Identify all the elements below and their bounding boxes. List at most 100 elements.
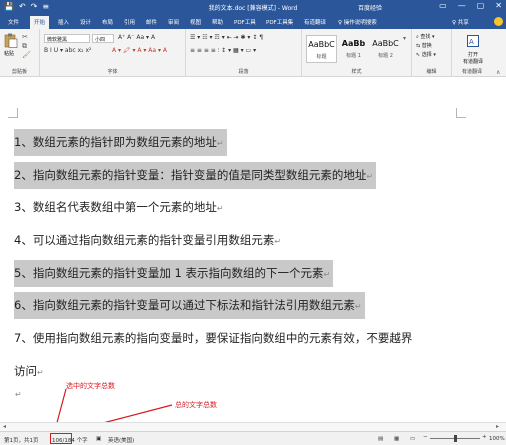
paragraph-text: 7、使用指向数组元素的指向变量时，要保证指向数组中的元素有效，不要越界 xyxy=(14,331,413,345)
zoom-out-icon[interactable]: − xyxy=(423,434,428,440)
user-name[interactable]: 百度经验 xyxy=(358,3,382,12)
empty-paragraph-mark: ↵ xyxy=(15,390,22,399)
scroll-right-icon[interactable]: ▸ xyxy=(496,423,499,430)
styles-group: AaBbC 标题 AaBb 标题 1 AaBbC 标题 2 ▾ 样式 xyxy=(302,29,412,77)
translate-icon: A xyxy=(467,35,479,47)
paragraph-mark: ↵ xyxy=(216,139,224,148)
annotation-total-count: 总的文字总数 xyxy=(175,401,217,409)
minimize-icon[interactable]: — xyxy=(458,1,466,10)
ribbon-tabs: 文件 开始 插入 设计 布局 引用 邮件 审阅 视图 帮助 PDF工具 PDF工… xyxy=(0,15,506,29)
ribbon: 粘贴 ✂ ⧉ 🖌 剪贴板 微软雅黑 小四 A⁺ A⁻ Aa ▾ A B I U … xyxy=(0,29,506,77)
font-label: 字体 xyxy=(107,69,118,75)
select-button[interactable]: ⇖ 选择 ▾ xyxy=(416,51,436,58)
style-sample-text: AaBbC xyxy=(308,40,335,49)
print-layout-icon[interactable]: ▦ xyxy=(394,436,399,442)
paragraph-7[interactable]: 7、使用指向数组元素的指向变量时，要保证指向数组中的元素有效，不要越界 xyxy=(14,325,415,352)
find-button[interactable]: ⌕ 查找 ▾ xyxy=(416,33,435,40)
font-color-tools[interactable]: A ▾ 🖍 ▾ A ▾ Aa ▾ A xyxy=(112,47,167,54)
copy-icon[interactable]: ⧉ xyxy=(22,42,27,51)
window-title: 我的文本.doc [兼容模式] - Word xyxy=(208,5,298,12)
paragraph-2[interactable]: 2、指向数组元素的指针变量：指针变量的值是同类型数组元素的地址↵ xyxy=(14,162,377,189)
margin-corner-mark xyxy=(456,108,466,118)
youdao-line2: 有道翻译 xyxy=(462,59,483,65)
paragraph-text: 访问 xyxy=(14,364,37,378)
scroll-left-icon[interactable]: ◂ xyxy=(3,423,6,430)
document-page[interactable]: 1、数组元素的指针即为数组元素的地址↵ 2、指向数组元素的指针变量：指针变量的值… xyxy=(0,78,506,430)
feedback-smiley-icon[interactable] xyxy=(494,17,503,26)
tab-design[interactable]: 设计 xyxy=(80,18,91,26)
ribbon-display-icon[interactable]: ▭ xyxy=(439,1,447,10)
search-icon: ⌕ xyxy=(416,34,419,40)
font-format-tools[interactable]: B I U ▾ abc x₂ x² xyxy=(44,47,91,54)
tab-file[interactable]: 文件 xyxy=(8,18,19,26)
format-painter-icon[interactable]: 🖌 xyxy=(22,51,31,59)
replace-label: 替换 xyxy=(421,43,432,49)
replace-button[interactable]: ⇆ 替换 xyxy=(416,42,432,49)
share-button[interactable]: ♀ 共享 xyxy=(452,18,469,26)
paragraph-row1-tools[interactable]: ☰ ▾ ☷ ▾ ☶ ▾ ⇤ ⇥ ✱ ▾ ↕ ¶ xyxy=(190,34,263,41)
close-icon[interactable]: ✕ xyxy=(495,1,502,10)
cut-icon[interactable]: ✂ xyxy=(22,33,28,41)
paste-icon xyxy=(4,33,18,48)
maximize-icon[interactable]: ▢ xyxy=(477,1,485,10)
paragraph-7-continued[interactable]: 访问↵ xyxy=(14,358,47,385)
paste-button[interactable]: 粘贴 xyxy=(4,33,18,57)
paragraph-3[interactable]: 3、数组名代表数组中第一个元素的地址↵ xyxy=(14,194,227,221)
paragraph-text: 2、指向数组元素的指针变量：指针变量的值是同类型数组元素的地址 xyxy=(14,168,367,182)
paste-label: 粘贴 xyxy=(4,51,15,57)
proofing-icon[interactable]: ▣ xyxy=(96,436,101,442)
styles-more-icon[interactable]: ▾ xyxy=(403,35,406,42)
style-heading-1[interactable]: AaBb 标题 1 xyxy=(338,35,369,63)
font-row1-tools[interactable]: A⁺ A⁻ Aa ▾ A xyxy=(118,34,155,41)
tab-mailings[interactable]: 邮件 xyxy=(146,18,157,26)
paragraph-1[interactable]: 1、数组元素的指针即为数组元素的地址↵ xyxy=(14,129,227,156)
word-count[interactable]: 106/184 个字 xyxy=(52,436,88,444)
collapse-ribbon-icon[interactable]: ∧ xyxy=(496,69,500,76)
zoom-in-icon[interactable]: + xyxy=(482,434,487,440)
tab-layout[interactable]: 布局 xyxy=(102,18,113,26)
read-mode-icon[interactable]: ▤ xyxy=(378,436,383,442)
paragraph-row2-tools[interactable]: ≡ ≡ ≡ ≡ ⫶ ↕ ▾ ▦ ▾ ▭ ▾ xyxy=(190,47,256,55)
editing-label: 编辑 xyxy=(426,69,437,75)
tab-review[interactable]: 审阅 xyxy=(168,18,179,26)
style-title[interactable]: AaBbC 标题 xyxy=(306,35,337,63)
styles-label: 样式 xyxy=(351,69,362,75)
page-count[interactable]: 第1页，共1页 xyxy=(4,436,39,444)
youdao-line1: 打开 xyxy=(467,52,478,58)
style-heading-2[interactable]: AaBbC 标题 2 xyxy=(370,35,401,63)
paragraph-label: 段落 xyxy=(238,69,249,75)
tab-insert[interactable]: 插入 xyxy=(58,18,69,26)
style-name: 标题 1 xyxy=(346,53,361,59)
zoom-level[interactable]: 100% xyxy=(489,436,505,442)
status-bar: 第1页，共1页 106/184 个字 ▣ 英语(美国) ▤ ▦ ▭ − + 10… xyxy=(0,431,506,445)
paragraph-mark: ↵ xyxy=(216,204,224,213)
font-name-select[interactable]: 微软雅黑 xyxy=(44,34,90,43)
horizontal-scrollbar[interactable]: ◂ ▸ xyxy=(0,422,506,431)
paragraph-text: 6、指向数组元素的指针变量可以通过下标法和指针法引用数组元素 xyxy=(14,298,355,312)
zoom-slider-thumb[interactable] xyxy=(454,435,457,442)
tab-home[interactable]: 开始 xyxy=(30,16,50,29)
paragraph-4[interactable]: 4、可以通过指向数组元素的指针变量引用数组元素↵ xyxy=(14,227,284,254)
translate-label: 有道翻译 xyxy=(461,69,482,75)
paragraph-mark: ↵ xyxy=(323,270,331,279)
web-layout-icon[interactable]: ▭ xyxy=(410,436,415,442)
style-name: 标题 xyxy=(316,54,327,60)
tab-view[interactable]: 视图 xyxy=(190,18,201,26)
open-youdao-button[interactable]: A 打开 有道翻译 xyxy=(460,32,486,65)
paragraph-text: 1、数组元素的指针即为数组元素的地址 xyxy=(14,135,217,149)
tab-pdf-tools[interactable]: PDF工具 xyxy=(234,18,256,26)
font-size-select[interactable]: 小四 xyxy=(92,34,114,43)
tab-references[interactable]: 引用 xyxy=(124,18,135,26)
paragraph-5[interactable]: 5、指向数组元素的指针变量加 1 表示指向数组的下一个元素↵ xyxy=(14,260,334,287)
tell-me-search[interactable]: ♀ 操作说明搜索 xyxy=(338,18,377,26)
cursor-icon: ⇖ xyxy=(416,52,421,58)
tab-youdao[interactable]: 有道翻译 xyxy=(304,18,326,26)
paragraph-6[interactable]: 6、指向数组元素的指针变量可以通过下标法和指针法引用数组元素↵ xyxy=(14,292,365,319)
tab-pdf-toolset[interactable]: PDF工具集 xyxy=(266,18,293,26)
style-sample-text: AaBbC xyxy=(372,39,399,48)
paragraph-text: 5、指向数组元素的指针变量加 1 表示指向数组的下一个元素 xyxy=(14,266,324,280)
clipboard-label: 剪贴板 xyxy=(11,69,27,75)
language[interactable]: 英语(美国) xyxy=(108,436,134,444)
tab-help[interactable]: 帮助 xyxy=(212,18,223,26)
paragraph-mark: ↵ xyxy=(37,368,44,377)
